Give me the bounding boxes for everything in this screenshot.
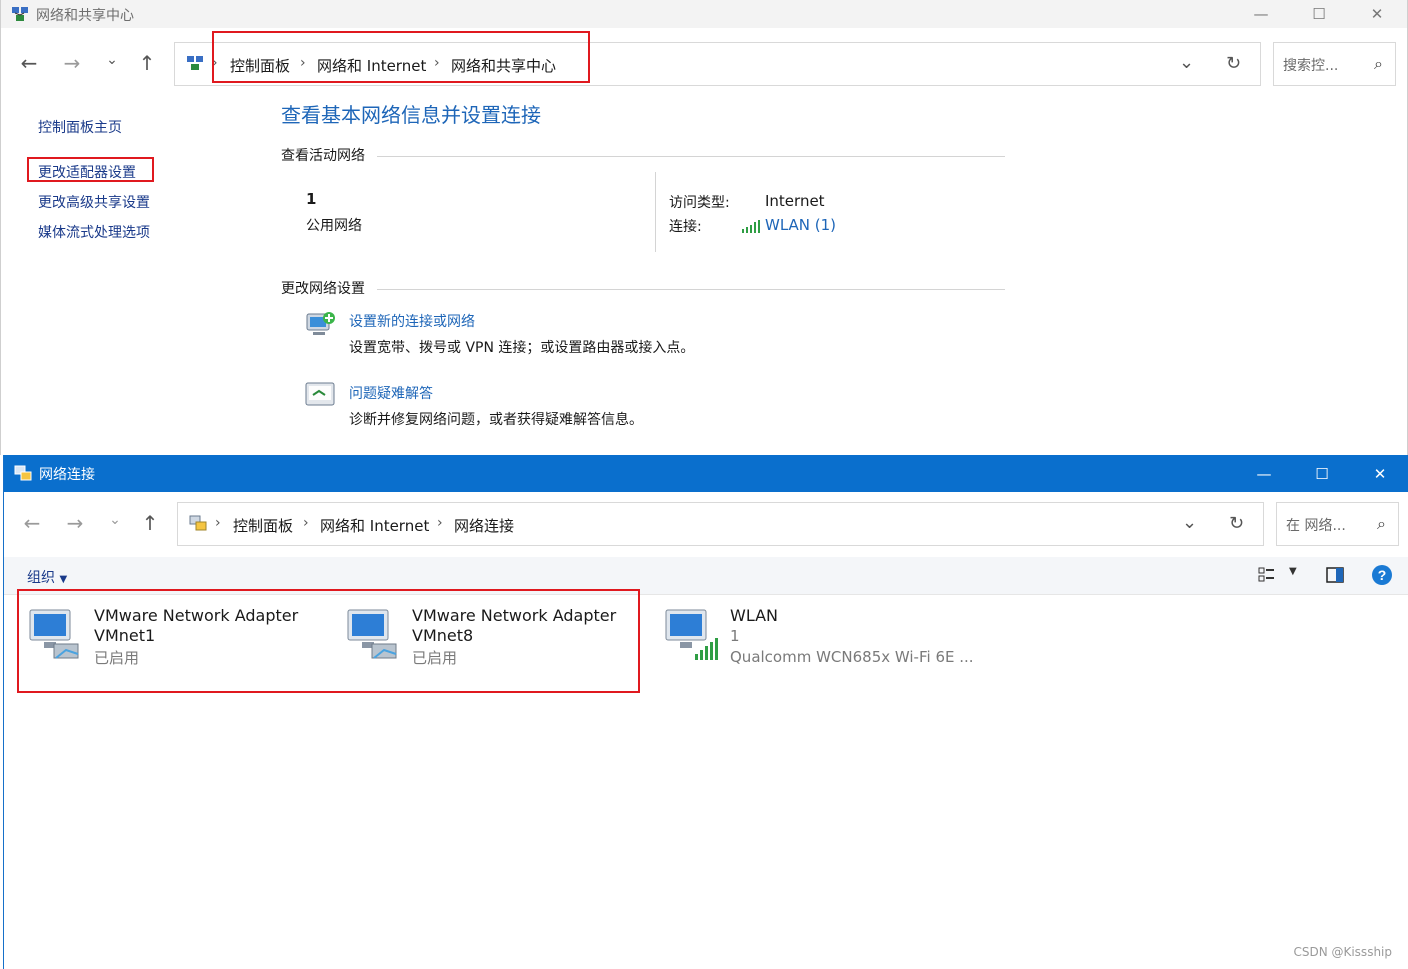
- forward-arrow-icon[interactable]: →: [61, 511, 89, 535]
- watermark: CSDN @Kissship: [1293, 945, 1392, 959]
- adapter-item-wlan[interactable]: WLAN 1 Qualcomm WCN685x Wi-Fi 6E ...: [660, 600, 990, 680]
- wifi-signal-icon: [742, 218, 760, 237]
- network-center-icon: [186, 54, 204, 76]
- sidebar-item-media-streaming[interactable]: 媒体流式处理选项: [38, 222, 150, 242]
- back-arrow-icon[interactable]: ←: [18, 511, 46, 535]
- troubleshoot-link[interactable]: 问题疑难解答: [349, 383, 433, 403]
- page-title: 查看基本网络信息并设置连接: [281, 103, 541, 127]
- window-title: 网络和共享中心: [36, 8, 134, 24]
- change-settings-heading: 更改网络设置: [281, 281, 365, 297]
- search-icon[interactable]: ⌕: [1374, 54, 1383, 74]
- search-input[interactable]: 在 网络... ⌕: [1276, 502, 1399, 546]
- adapter-name-line2: VMnet1: [94, 626, 156, 645]
- access-type-value: Internet: [765, 192, 825, 210]
- network-connections-window: 网络连接 — ☐ ✕ ← → ⌄ ↑ › 控制面板 › 网络和 Internet…: [3, 455, 1408, 969]
- breadcrumb-control-panel[interactable]: 控制面板: [233, 515, 293, 536]
- breadcrumb-separator: ›: [215, 515, 221, 531]
- network-type[interactable]: 公用网络: [306, 215, 362, 235]
- forward-arrow-icon[interactable]: →: [58, 51, 86, 75]
- adapter-name: VMware Network Adapter: [94, 606, 299, 625]
- network-sharing-center-window: 网络和共享中心 — ☐ ✕ ← → ⌄ ↑ › 控制面板 › 网络和 Inter…: [0, 0, 1408, 455]
- address-bar[interactable]: › 控制面板 › 网络和 Internet › 网络连接 ⌄ ↻: [177, 502, 1264, 546]
- divider: [377, 289, 1005, 290]
- adapter-item-vmnet8[interactable]: VMware Network Adapter VMnet8 已启用: [342, 600, 642, 680]
- search-input[interactable]: 搜索控... ⌕: [1273, 42, 1396, 86]
- connection-link-wlan[interactable]: WLAN (1): [765, 216, 836, 234]
- network-connections-icon: [189, 514, 207, 536]
- minimize-button[interactable]: —: [1238, 0, 1284, 28]
- preview-pane-icon[interactable]: [1326, 566, 1344, 588]
- window-title: 网络连接: [39, 467, 95, 483]
- connection-label: 连接:: [669, 219, 702, 235]
- network-adapter-icon: [344, 604, 402, 668]
- new-connection-icon: [305, 308, 337, 344]
- network-connections-icon: [14, 464, 32, 486]
- close-button[interactable]: ✕: [1354, 0, 1400, 28]
- wireless-adapter-icon: [662, 604, 720, 668]
- sidebar-item-advanced-sharing[interactable]: 更改高级共享设置: [38, 192, 150, 212]
- troubleshoot-desc: 诊断并修复网络问题，或者获得疑难解答信息。: [349, 412, 643, 428]
- divider: [377, 156, 1005, 157]
- recent-dropdown-icon[interactable]: ⌄: [101, 512, 129, 528]
- adapter-status: 已启用: [94, 649, 140, 667]
- minimize-button[interactable]: —: [1241, 455, 1287, 492]
- svg-text:?: ?: [1378, 567, 1387, 583]
- breadcrumb-network-internet[interactable]: 网络和 Internet: [320, 515, 429, 536]
- adapter-item-vmnet1[interactable]: VMware Network Adapter VMnet1 已启用: [24, 600, 324, 680]
- search-icon[interactable]: ⌕: [1377, 514, 1386, 534]
- refresh-icon[interactable]: ↻: [1226, 53, 1241, 74]
- title-bar: 网络连接 — ☐ ✕: [4, 455, 1408, 492]
- chevron-down-icon[interactable]: ⌄: [1179, 52, 1194, 73]
- up-arrow-icon[interactable]: ↑: [133, 51, 161, 75]
- maximize-button[interactable]: ☐: [1296, 0, 1342, 28]
- organize-label: 组织: [27, 570, 55, 586]
- caret-down-icon: ▼: [59, 574, 68, 585]
- active-networks-heading: 查看活动网络: [281, 148, 365, 164]
- adapter-device-name: Qualcomm WCN685x Wi-Fi 6E ...: [730, 648, 974, 666]
- breadcrumb-network-connections[interactable]: 网络连接: [454, 515, 514, 536]
- search-placeholder: 在 网络...: [1286, 518, 1346, 534]
- troubleshoot-icon: [305, 381, 337, 413]
- adapter-name: WLAN: [730, 606, 779, 625]
- sidebar-item-control-panel-home[interactable]: 控制面板主页: [38, 117, 122, 137]
- setup-connection-link[interactable]: 设置新的连接或网络: [349, 311, 475, 331]
- highlight-box-breadcrumb: [212, 31, 590, 83]
- access-type-label: 访问类型:: [669, 195, 730, 211]
- up-arrow-icon[interactable]: ↑: [136, 511, 164, 535]
- maximize-button[interactable]: ☐: [1299, 455, 1345, 492]
- adapter-network-name: 1: [730, 627, 740, 645]
- setup-connection-desc: 设置宽带、拨号或 VPN 连接；或设置路由器或接入点。: [349, 340, 695, 356]
- adapter-name: VMware Network Adapter: [412, 606, 617, 625]
- highlight-box-adapter-settings: [27, 157, 154, 182]
- close-button[interactable]: ✕: [1357, 455, 1403, 492]
- view-options-icon[interactable]: [1258, 566, 1276, 588]
- breadcrumb-separator: ›: [303, 515, 309, 531]
- breadcrumb-separator: ›: [437, 515, 443, 531]
- organize-menu-button[interactable]: 组织 ▼: [27, 567, 67, 587]
- recent-dropdown-icon[interactable]: ⌄: [98, 52, 126, 68]
- network-name: 1: [306, 190, 317, 208]
- title-bar: 网络和共享中心 — ☐ ✕: [1, 0, 1407, 28]
- adapter-name-line2: VMnet8: [412, 626, 474, 645]
- help-icon[interactable]: ?: [1371, 564, 1393, 590]
- refresh-icon[interactable]: ↻: [1229, 513, 1244, 534]
- network-adapter-icon: [26, 604, 84, 668]
- back-arrow-icon[interactable]: ←: [15, 51, 43, 75]
- search-placeholder: 搜索控...: [1283, 58, 1339, 74]
- chevron-down-icon[interactable]: ⌄: [1182, 512, 1197, 533]
- network-center-icon: [11, 5, 29, 27]
- view-dropdown-icon[interactable]: ▼: [1289, 566, 1297, 577]
- adapter-status: 已启用: [412, 649, 458, 667]
- divider: [655, 172, 656, 252]
